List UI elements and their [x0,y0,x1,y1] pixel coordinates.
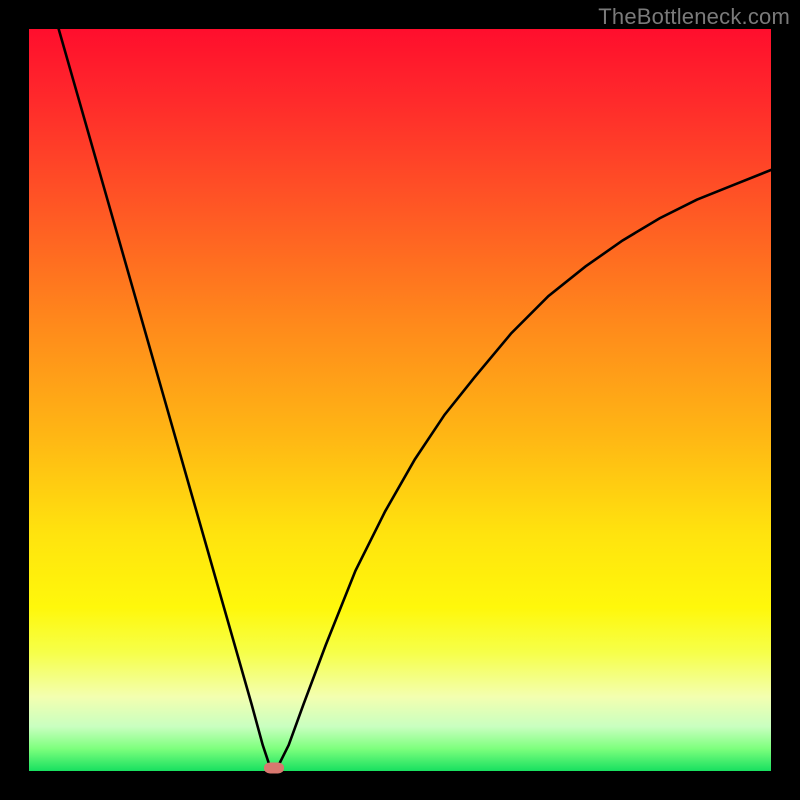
chart-frame: TheBottleneck.com [0,0,800,800]
minimum-marker [264,763,284,774]
watermark-text: TheBottleneck.com [598,4,790,30]
plot-area [29,29,771,771]
bottleneck-curve [59,29,771,767]
curve-svg [29,29,771,771]
